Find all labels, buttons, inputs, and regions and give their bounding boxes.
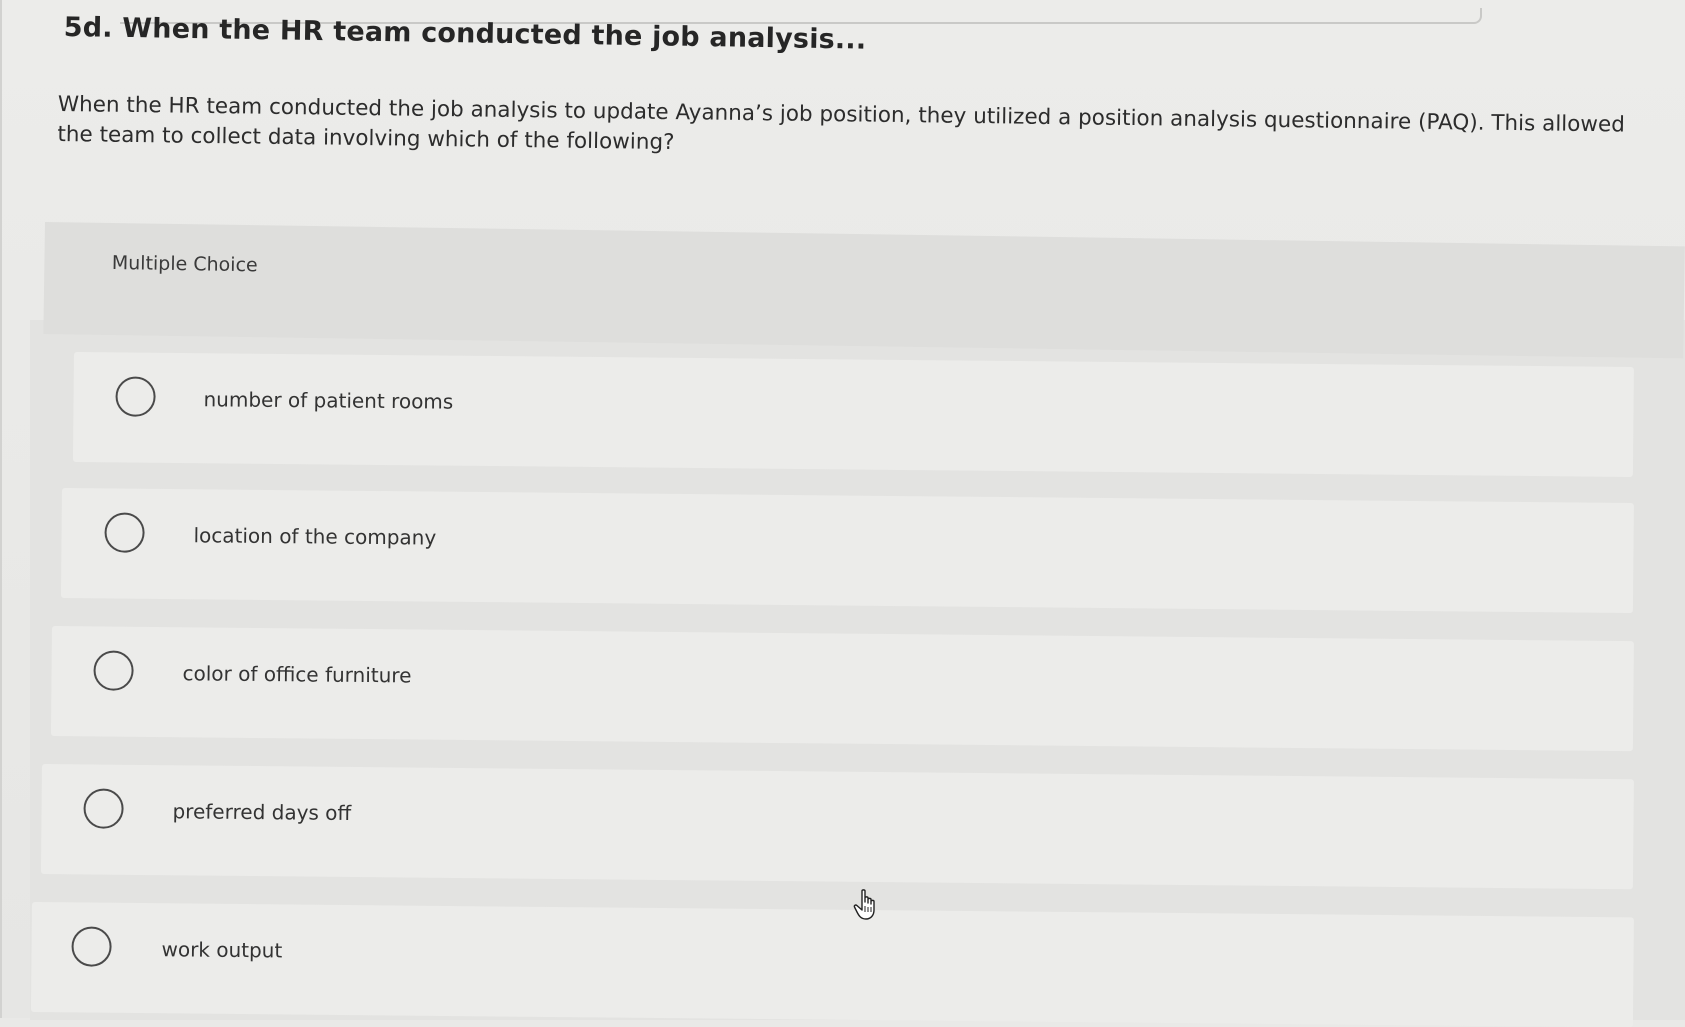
window-edge: [0, 0, 2, 1018]
radio-button[interactable]: [104, 512, 145, 553]
option-label: color of office furniture: [182, 661, 412, 688]
option-preferred-days-off[interactable]: preferred days off: [40, 764, 1634, 890]
multiple-choice-label: Multiple Choice: [111, 252, 258, 277]
option-label: work output: [161, 937, 283, 963]
option-label: location of the company: [193, 523, 437, 550]
page: 5d. When the HR team conducted the job a…: [0, 0, 1685, 1027]
option-label: number of patient rooms: [203, 387, 454, 414]
radio-button[interactable]: [83, 788, 124, 829]
radio-button[interactable]: [71, 926, 112, 967]
question-text: When the HR team conducted the job analy…: [57, 91, 1626, 156]
option-label: preferred days off: [172, 799, 352, 825]
radio-button[interactable]: [93, 650, 134, 691]
radio-button[interactable]: [115, 376, 156, 417]
option-number-of-patient-rooms[interactable]: number of patient rooms: [72, 352, 1634, 477]
hand-pointer-icon: [853, 889, 875, 920]
option-work-output[interactable]: work output: [30, 902, 1634, 1027]
option-location-of-the-company[interactable]: location of the company: [60, 488, 1634, 614]
option-color-of-office-furniture[interactable]: color of office furniture: [50, 626, 1634, 752]
